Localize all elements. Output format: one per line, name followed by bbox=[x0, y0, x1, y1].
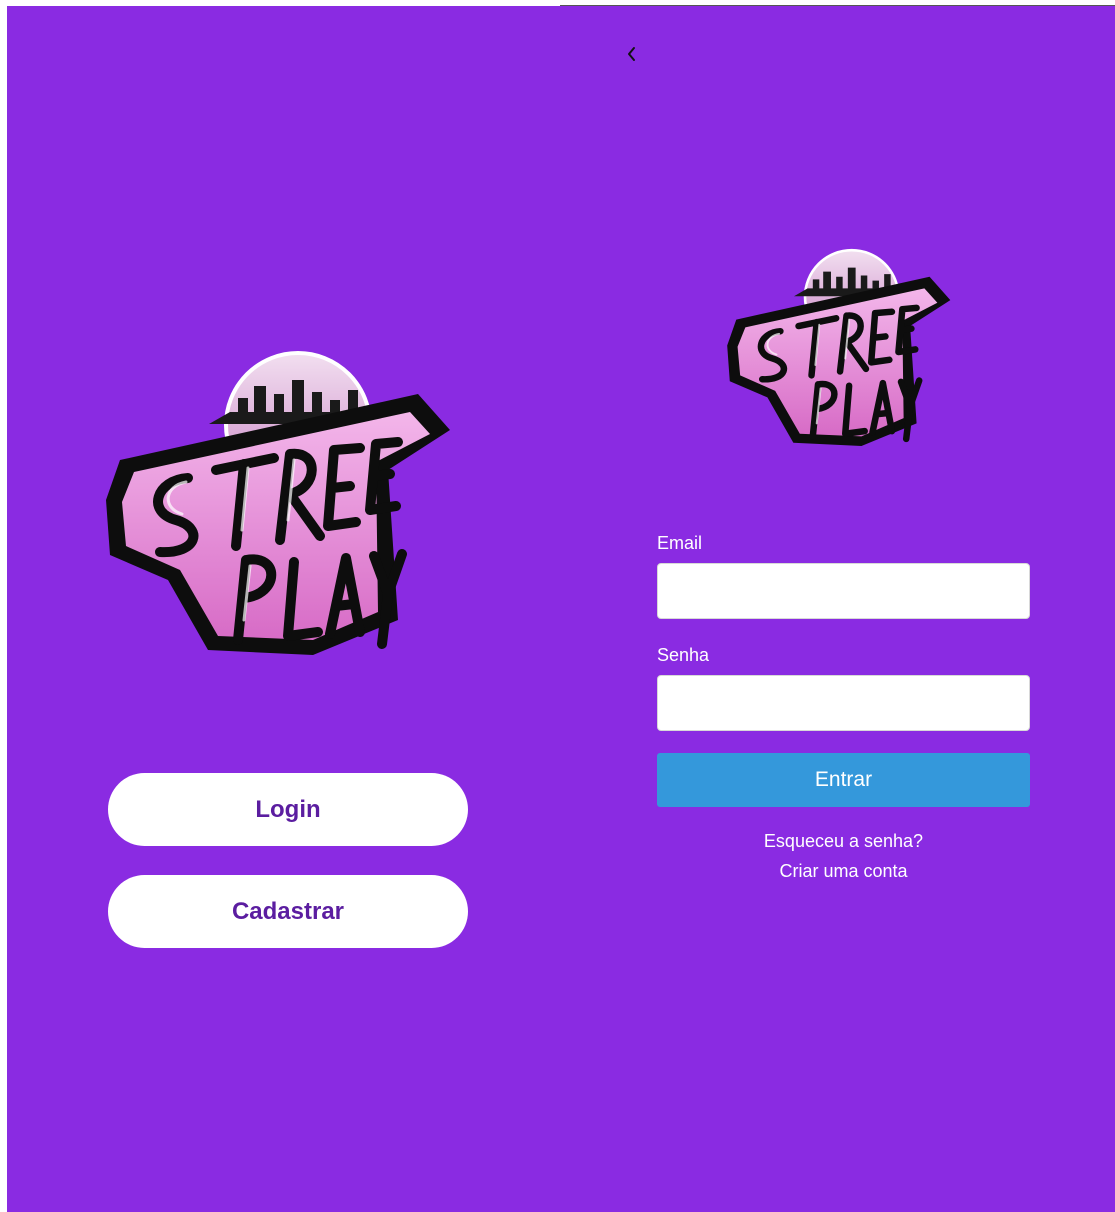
email-label: Email bbox=[657, 533, 703, 553]
signup-button[interactable]: Cadastrar bbox=[108, 875, 468, 948]
chevron-left-icon[interactable] bbox=[622, 42, 642, 66]
forgot-password-link[interactable]: Esqueceu a senha? bbox=[657, 830, 1030, 852]
login-button[interactable]: Login bbox=[108, 773, 468, 846]
submit-login-button[interactable]: Entrar bbox=[657, 753, 1030, 807]
screen: Login Cadastrar Email Senha Entrar Esque… bbox=[0, 0, 1115, 1212]
street-play-logo bbox=[98, 350, 468, 670]
password-label: Senha bbox=[657, 645, 710, 665]
password-field[interactable] bbox=[657, 675, 1030, 731]
create-account-link[interactable]: Criar uma conta bbox=[657, 860, 1030, 882]
street-play-logo bbox=[722, 248, 962, 456]
email-field[interactable] bbox=[657, 563, 1030, 619]
